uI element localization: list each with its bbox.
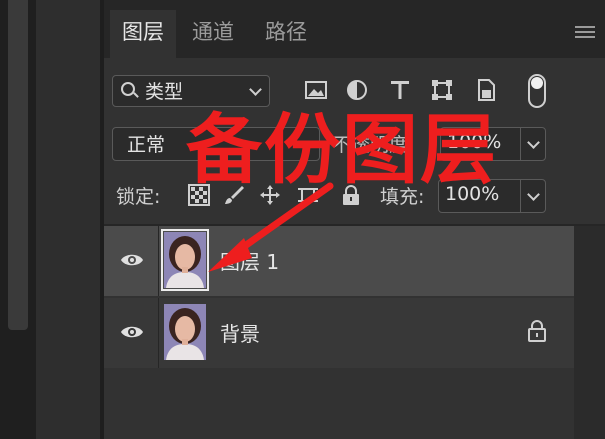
layers-scroll-area[interactable] xyxy=(574,226,605,439)
lock-label: 锁定: xyxy=(116,186,161,208)
layers-panel: 图层 通道 路径 类型 正常 不透明度: 100% 锁定: 填充: 100% 图… xyxy=(104,0,605,439)
chevron-down-icon xyxy=(527,136,540,149)
panel-menu-icon[interactable] xyxy=(575,26,595,38)
tab-layers[interactable]: 图层 xyxy=(110,10,176,58)
portrait-thumbnail-image xyxy=(164,304,206,360)
left-scrollbar[interactable] xyxy=(8,0,28,330)
panel-tab-bar: 图层 通道 路径 xyxy=(104,0,605,58)
layer-thumbnail[interactable] xyxy=(161,229,209,291)
tab-paths[interactable]: 路径 xyxy=(265,10,307,58)
chevron-down-icon xyxy=(527,188,540,201)
layer-row[interactable]: 图层 1 xyxy=(104,226,574,296)
annotation-text: 备份图层 xyxy=(186,105,498,194)
layer-thumbnail[interactable] xyxy=(164,304,206,360)
fill-dropdown-button[interactable] xyxy=(520,179,546,213)
layer-filter-value: 类型 xyxy=(145,81,184,103)
blend-mode-value: 正常 xyxy=(127,134,166,156)
layer-row[interactable]: 背景 xyxy=(104,298,574,368)
layer-name[interactable]: 图层 1 xyxy=(220,246,279,275)
opacity-dropdown-button[interactable] xyxy=(520,127,546,161)
layer-divider xyxy=(158,226,159,296)
tab-channels[interactable]: 通道 xyxy=(192,10,234,58)
filter-toggle[interactable] xyxy=(528,74,546,108)
layer-name[interactable]: 背景 xyxy=(220,318,260,347)
left-dock-area xyxy=(36,0,100,439)
layer-divider xyxy=(158,298,159,368)
layer-lock-icon[interactable] xyxy=(527,320,547,342)
visibility-eye-icon[interactable] xyxy=(120,324,144,340)
visibility-eye-icon[interactable] xyxy=(120,252,144,268)
search-icon xyxy=(121,82,135,96)
portrait-thumbnail-image xyxy=(164,232,206,288)
